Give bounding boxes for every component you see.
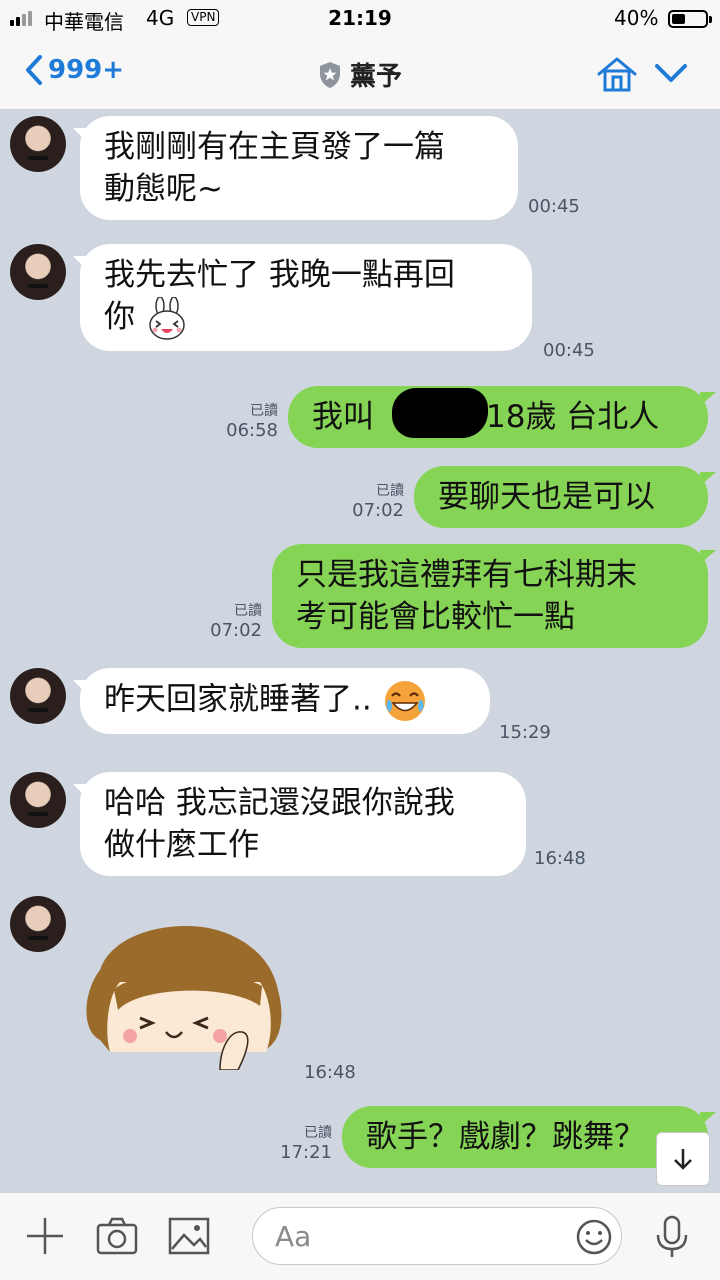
read-receipt: 已讀 — [376, 483, 404, 499]
contact-avatar[interactable] — [10, 668, 66, 724]
read-receipt: 已讀 — [304, 1125, 332, 1141]
bunny-emoji-icon — [149, 296, 185, 340]
message-input-bar — [0, 1192, 720, 1280]
camera-icon[interactable] — [96, 1215, 138, 1257]
censor-mark — [392, 388, 488, 438]
message-text: 歌手？戲劇？跳舞？ — [366, 1119, 645, 1155]
scroll-to-bottom-button[interactable] — [656, 1132, 710, 1186]
message-text: 昨天回家就睡著了.. — [104, 681, 372, 718]
message-time: 06:58 — [226, 420, 278, 441]
message-time: 15:29 — [499, 722, 551, 743]
read-receipt: 已讀 — [234, 603, 262, 619]
arrow-down-icon — [674, 1149, 692, 1170]
contact-avatar[interactable] — [10, 772, 66, 828]
message-input-field[interactable] — [252, 1207, 622, 1265]
message-bubble-incoming[interactable]: 我剛剛有在主頁發了一篇 動態呢~ — [73, 116, 518, 220]
status-bar: 中華電信 4G VPN 21:19 40% — [0, 0, 720, 38]
message-text: 哈哈 我忘記還沒跟你說我 — [104, 785, 455, 821]
message-time: 07:02 — [352, 500, 404, 521]
message-text: 我先去忙了 我晚一點再回 — [104, 257, 455, 293]
message-bubble-outgoing[interactable]: 我叫 18歲 台北人 — [288, 386, 716, 448]
message-text: 要聊天也是可以 — [438, 479, 655, 515]
image-icon[interactable] — [168, 1215, 210, 1257]
battery-level — [672, 14, 685, 24]
message-text: 你 — [104, 299, 135, 335]
read-receipt: 已讀 — [250, 403, 278, 419]
message-time: 16:48 — [304, 1062, 356, 1083]
chevron-down-icon[interactable] — [654, 62, 688, 84]
home-icon[interactable] — [596, 56, 638, 92]
message-bubble-incoming[interactable]: 昨天回家就睡著了.. — [73, 668, 490, 734]
message-text: 我叫 — [312, 399, 374, 435]
chat-title: 薰予 — [349, 62, 402, 92]
shield-icon — [319, 61, 340, 88]
message-bubble-incoming[interactable]: 我先去忙了 我晚一點再回 你 — [73, 244, 532, 351]
battery-icon — [668, 10, 712, 28]
girl-sticker-icon[interactable] — [80, 920, 290, 1070]
status-time: 21:19 — [328, 6, 392, 30]
message-bubble-outgoing[interactable]: 要聊天也是可以 — [414, 466, 716, 528]
message-text: 只是我這禮拜有七科期末 — [296, 557, 637, 593]
contact-avatar[interactable] — [10, 896, 66, 952]
microphone-icon[interactable] — [654, 1215, 690, 1259]
message-time: 07:02 — [210, 620, 262, 641]
message-time: 16:48 — [534, 848, 586, 869]
message-text: 做什麼工作 — [104, 827, 259, 863]
laughing-emoji-icon — [384, 681, 425, 721]
emoji-icon[interactable] — [575, 1218, 613, 1256]
plus-icon[interactable] — [24, 1215, 66, 1257]
message-bubble-outgoing[interactable]: 歌手？戲劇？跳舞？ — [342, 1106, 716, 1168]
message-text: 考可能會比較忙一點 — [296, 599, 575, 635]
message-bubble-incoming[interactable]: 哈哈 我忘記還沒跟你說我 做什麼工作 — [73, 772, 526, 876]
contact-avatar[interactable] — [10, 244, 66, 300]
message-time: 00:45 — [528, 196, 580, 217]
message-time: 00:45 — [543, 340, 595, 361]
message-text: 動態呢~ — [104, 171, 223, 207]
message-bubble-outgoing[interactable]: 只是我這禮拜有七科期末 考可能會比較忙一點 — [272, 544, 716, 648]
contact-avatar[interactable] — [10, 116, 66, 172]
message-text: 18歲 台北人 — [486, 399, 660, 435]
battery-percentage: 40% — [614, 6, 659, 30]
message-input[interactable] — [275, 1218, 565, 1254]
chat-header: 999+ 薰予 — [0, 38, 720, 110]
message-text: 我剛剛有在主頁發了一篇 — [104, 129, 445, 165]
message-time: 17:21 — [280, 1142, 332, 1163]
